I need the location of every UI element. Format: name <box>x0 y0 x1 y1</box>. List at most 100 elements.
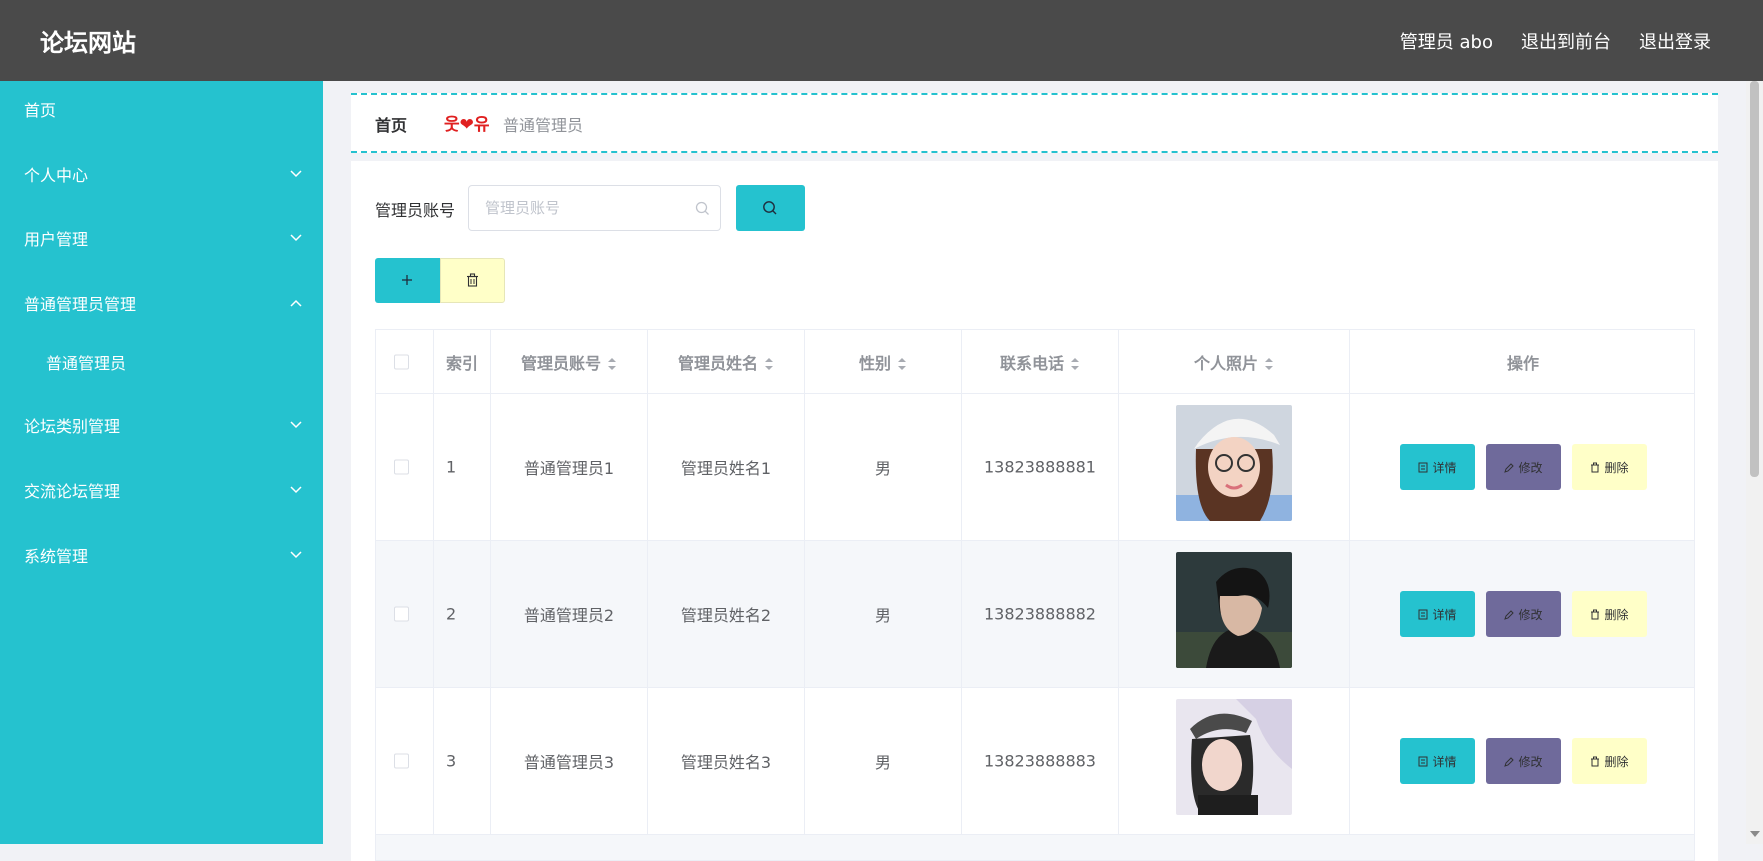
logout-link[interactable]: 退出登录 <box>1639 28 1711 54</box>
column-header-phone: 联系电话 <box>999 353 1064 373</box>
current-user-label[interactable]: 管理员 abo <box>1400 28 1493 54</box>
edit-icon <box>1504 609 1515 620</box>
sort-icon <box>898 358 906 370</box>
sort-icon <box>765 358 773 370</box>
table-row: 3 普通管理员3 管理员姓名3 男 13823888883 详情 修改 删除 <box>376 688 1694 835</box>
header-links: 管理员 abo 退出到前台 退出登录 <box>1400 28 1711 54</box>
cell-index: 2 <box>446 604 457 624</box>
avatar-photo <box>1176 699 1292 815</box>
main-content: 首页 웃❤유 普通管理员 管理员账号 索引 <box>323 81 1763 861</box>
exit-to-front-link[interactable]: 退出到前台 <box>1521 28 1611 54</box>
column-header-actions: 操作 <box>1506 353 1539 373</box>
cell-index: 1 <box>446 457 457 477</box>
delete-button[interactable]: 删除 <box>1572 444 1647 490</box>
cell-name: 管理员姓名2 <box>680 606 772 625</box>
sidebar: 首页 个人中心 用户管理 普通管理员管理 普通管理员 论坛类别管理 交流论坛管理… <box>0 81 323 844</box>
header-cell[interactable]: 性别 <box>805 330 962 394</box>
cell-account: 普通管理员1 <box>523 459 615 478</box>
header-cell[interactable]: 管理员姓名 <box>648 330 805 394</box>
add-button[interactable] <box>375 258 440 303</box>
plus-icon <box>402 275 412 285</box>
breadcrumb-separator: 웃❤유 <box>444 115 490 135</box>
scrollbar-thumb[interactable] <box>1750 81 1759 477</box>
table-row: 2 普通管理员2 管理员姓名2 男 13823888882 详情 修改 删除 <box>376 541 1694 688</box>
document-icon <box>1418 756 1428 766</box>
search-input[interactable] <box>468 185 721 231</box>
edit-button[interactable]: 修改 <box>1486 444 1561 490</box>
row-checkbox[interactable] <box>394 459 409 475</box>
column-header-name: 管理员姓名 <box>677 353 758 373</box>
cell-phone: 13823888883 <box>984 751 1096 771</box>
site-title: 论坛网站 <box>40 29 136 57</box>
trash-icon <box>1591 462 1600 472</box>
cell-name: 管理员姓名1 <box>680 459 772 478</box>
document-icon <box>1418 609 1428 619</box>
chevron-down-icon <box>290 532 302 582</box>
header-cell[interactable]: 个人照片 <box>1119 330 1350 394</box>
column-header-index: 索引 <box>446 353 479 373</box>
cell-gender: 男 <box>874 753 891 772</box>
cell-account: 普通管理员3 <box>523 753 615 772</box>
column-header-gender: 性别 <box>858 353 891 373</box>
edit-button[interactable]: 修改 <box>1486 738 1561 784</box>
sort-icon <box>1265 358 1273 370</box>
sidebar-item-admin[interactable]: 普通管理员 <box>0 339 323 389</box>
edit-icon <box>1504 462 1515 473</box>
breadcrumb-home[interactable]: 首页 <box>375 112 407 136</box>
header-cell[interactable]: 联系电话 <box>962 330 1119 394</box>
chevron-down-icon <box>290 402 302 452</box>
sidebar-item-system[interactable]: 系统管理 <box>0 532 323 582</box>
table-row <box>376 835 1694 860</box>
sidebar-item-label: 个人中心 <box>24 166 89 185</box>
sort-icon <box>608 358 616 370</box>
cell-gender: 男 <box>874 606 891 625</box>
batch-delete-button[interactable] <box>440 258 505 303</box>
sidebar-item-label: 首页 <box>24 101 57 120</box>
cell-index: 3 <box>446 751 457 771</box>
sidebar-item-label: 交流论坛管理 <box>24 482 121 501</box>
document-icon <box>1418 462 1428 472</box>
sidebar-item-home[interactable]: 首页 <box>0 86 323 136</box>
cell-account: 普通管理员2 <box>523 606 615 625</box>
top-header: 论坛网站 管理员 abo 退出到前台 退出登录 <box>0 0 1763 81</box>
sidebar-item-label: 论坛类别管理 <box>24 417 121 436</box>
sidebar-item-label: 普通管理员 <box>46 354 127 373</box>
breadcrumb: 首页 웃❤유 普通管理员 <box>351 93 1718 153</box>
chevron-up-icon <box>290 280 302 330</box>
detail-button[interactable]: 详情 <box>1400 738 1475 784</box>
sidebar-item-label: 普通管理员管理 <box>24 295 137 314</box>
sidebar-item-user-management[interactable]: 用户管理 <box>0 215 323 265</box>
header-cell[interactable]: 管理员账号 <box>491 330 648 394</box>
delete-button[interactable]: 删除 <box>1572 738 1647 784</box>
scroll-down-arrow-icon[interactable] <box>1750 831 1760 837</box>
row-checkbox[interactable] <box>394 753 409 769</box>
sidebar-item-personal-center[interactable]: 个人中心 <box>0 151 323 201</box>
detail-button[interactable]: 详情 <box>1400 591 1475 637</box>
chevron-down-icon <box>290 215 302 265</box>
sidebar-item-admin-management[interactable]: 普通管理员管理 <box>0 280 323 330</box>
page-scrollbar[interactable] <box>1746 81 1763 844</box>
sidebar-item-forum-category[interactable]: 论坛类别管理 <box>0 402 323 452</box>
table-header-row: 索引 管理员账号 管理员姓名 性别 联系电话 个人照片 操作 <box>376 330 1694 394</box>
edit-button[interactable]: 修改 <box>1486 591 1561 637</box>
trash-icon <box>1591 756 1600 766</box>
trash-icon <box>1591 609 1600 619</box>
delete-button[interactable]: 删除 <box>1572 591 1647 637</box>
search-button[interactable] <box>736 185 805 231</box>
chevron-down-icon <box>290 467 302 517</box>
select-all-checkbox[interactable] <box>394 354 409 369</box>
chevron-down-icon <box>290 151 302 201</box>
header-cell: 操作 <box>1350 330 1694 394</box>
table-row: 1 普通管理员1 管理员姓名1 男 13823888881 详情 修改 删除 <box>376 394 1694 541</box>
sidebar-item-label: 系统管理 <box>24 547 89 566</box>
cell-gender: 男 <box>874 459 891 478</box>
search-icon <box>695 201 710 220</box>
header-select-cell <box>376 330 434 394</box>
breadcrumb-current: 普通管理员 <box>503 116 584 135</box>
search-icon <box>763 201 777 215</box>
column-header-photo: 个人照片 <box>1193 353 1258 373</box>
row-checkbox[interactable] <box>394 606 409 622</box>
cell-phone: 13823888881 <box>984 457 1096 477</box>
sidebar-item-forum-management[interactable]: 交流论坛管理 <box>0 467 323 517</box>
detail-button[interactable]: 详情 <box>1400 444 1475 490</box>
